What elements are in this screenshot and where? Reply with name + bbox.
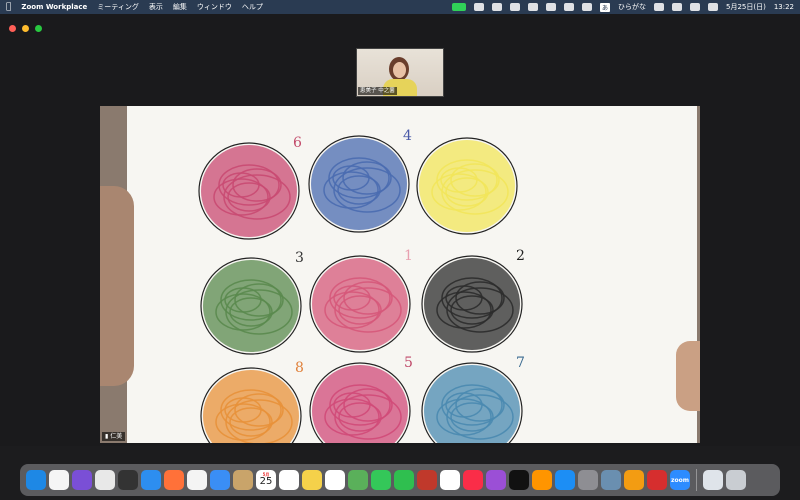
contacts-icon[interactable] xyxy=(233,470,253,490)
menu-window[interactable]: ウィンドウ xyxy=(197,2,232,12)
launchpad-icon[interactable] xyxy=(95,470,115,490)
clock-status-icon[interactable] xyxy=(653,3,664,11)
app-store-icon[interactable] xyxy=(555,470,575,490)
close-window-button[interactable] xyxy=(9,25,16,32)
scribble-circle-5: 1 xyxy=(309,248,413,353)
scribble-circle-9: 7 xyxy=(421,355,525,443)
podcasts-icon[interactable] xyxy=(486,470,506,490)
dock: 5月 25 zoom xyxy=(20,464,780,496)
main-video-feed[interactable]: 6 4 3 1 2 8 5 7 ▮ 仁美 xyxy=(100,106,700,443)
dock-separator xyxy=(696,469,697,491)
battery-status-icon[interactable] xyxy=(581,3,592,11)
search-icon[interactable] xyxy=(689,3,700,11)
menu-view[interactable]: 表示 xyxy=(149,2,163,12)
circle-number-label: 1 xyxy=(404,248,413,264)
bluetooth-status-icon[interactable] xyxy=(545,3,556,11)
ime-label[interactable]: ひらがな xyxy=(618,2,646,12)
mail-icon[interactable] xyxy=(210,470,230,490)
window-status-icon[interactable] xyxy=(527,3,538,11)
participant-thumbnail[interactable]: 恵美子 中之薗 xyxy=(356,48,444,97)
scribble-circle-4: 3 xyxy=(200,250,304,355)
circle-number-label: 6 xyxy=(293,135,302,151)
main-participant-name: 仁美 xyxy=(110,433,123,440)
signal-bars-icon: ▮ xyxy=(105,433,109,440)
books-icon[interactable] xyxy=(532,470,552,490)
minimize-window-button[interactable] xyxy=(22,25,29,32)
menu-meeting[interactable]: ミーティング xyxy=(97,2,139,12)
menu-bar:  Zoom Workplace ミーティング 表示 編集 ウィンドウ ヘルプ … xyxy=(0,0,800,14)
cast-status-icon[interactable] xyxy=(473,3,484,11)
calendar-icon[interactable]: 5月 25 xyxy=(256,470,276,490)
system-settings-icon[interactable] xyxy=(578,470,598,490)
left-hand xyxy=(100,186,134,386)
drawing-paper: 6 4 3 1 2 8 5 7 xyxy=(127,106,697,443)
zoom-camera-status-icon[interactable] xyxy=(451,3,466,11)
downloads-icon[interactable] xyxy=(703,470,723,490)
fullscreen-window-button[interactable] xyxy=(35,25,42,32)
scribble-circle-1: 6 xyxy=(198,135,302,240)
menu-edit[interactable]: 編集 xyxy=(173,2,187,12)
thumbnail-name-label: 恵美子 中之薗 xyxy=(358,87,397,95)
pages-icon[interactable] xyxy=(624,470,644,490)
scribble-circle-7: 8 xyxy=(200,360,304,443)
menubar-time[interactable]: 13:22 xyxy=(774,3,794,11)
safari-icon[interactable] xyxy=(141,470,161,490)
acrobat-icon[interactable] xyxy=(647,470,667,490)
preview-icon[interactable] xyxy=(601,470,621,490)
control-center-icon[interactable] xyxy=(671,3,682,11)
zoom-icon[interactable]: zoom xyxy=(670,470,690,490)
maps-icon[interactable] xyxy=(348,470,368,490)
zoom-label: zoom xyxy=(671,476,689,484)
photos-icon[interactable] xyxy=(440,470,460,490)
main-participant-label: ▮ 仁美 xyxy=(102,432,126,441)
circle-drawing: 6 4 3 1 2 8 5 7 xyxy=(198,128,525,443)
circle-number-label: 7 xyxy=(516,355,525,371)
participant-face xyxy=(393,62,406,78)
circle-number-label: 4 xyxy=(403,128,412,144)
notes-icon[interactable] xyxy=(302,470,322,490)
facetime-icon[interactable] xyxy=(394,470,414,490)
circle-number-label: 8 xyxy=(295,360,304,376)
window-controls xyxy=(9,25,42,32)
circle-number-label: 5 xyxy=(404,355,413,371)
photo-booth-icon[interactable] xyxy=(417,470,437,490)
scribble-circle-8: 5 xyxy=(309,355,413,443)
circle-number-label: 2 xyxy=(516,248,525,264)
tv-icon[interactable] xyxy=(509,470,529,490)
app-menu[interactable]: Zoom Workplace xyxy=(21,3,87,11)
icloud-status-icon[interactable] xyxy=(491,3,502,11)
menu-help[interactable]: ヘルプ xyxy=(242,2,263,12)
textedit-icon[interactable] xyxy=(49,470,69,490)
chrome-icon[interactable] xyxy=(187,470,207,490)
siri-status-icon[interactable] xyxy=(707,3,718,11)
ime-badge[interactable]: あ xyxy=(599,2,610,12)
scribble-circle-3 xyxy=(416,137,518,235)
status-area: あ ひらがな 5月25日(日) 13:22 xyxy=(451,2,794,12)
reminders-icon[interactable] xyxy=(279,470,299,490)
siri-icon[interactable] xyxy=(72,470,92,490)
calendar-day-label: 25 xyxy=(259,476,273,487)
right-hand xyxy=(676,341,700,411)
firefox-icon[interactable] xyxy=(164,470,184,490)
apple-menu-icon[interactable]:  xyxy=(6,2,11,12)
trash-icon[interactable] xyxy=(726,470,746,490)
zoom-meeting-window: 恵美子 中之薗 6 4 3 1 2 8 5 7 ▮ 仁美 xyxy=(0,14,800,446)
scribble-circle-2: 4 xyxy=(308,128,412,233)
finder-icon[interactable] xyxy=(26,470,46,490)
freeform-icon[interactable] xyxy=(325,470,345,490)
wifi-status-icon[interactable] xyxy=(563,3,574,11)
mission-control-icon[interactable] xyxy=(118,470,138,490)
scribble-circle-6: 2 xyxy=(421,248,525,353)
circle-number-label: 3 xyxy=(295,250,304,266)
music-icon[interactable] xyxy=(463,470,483,490)
menubar-date[interactable]: 5月25日(日) xyxy=(726,2,766,12)
scanner-status-icon[interactable] xyxy=(509,3,520,11)
messages-icon[interactable] xyxy=(371,470,391,490)
